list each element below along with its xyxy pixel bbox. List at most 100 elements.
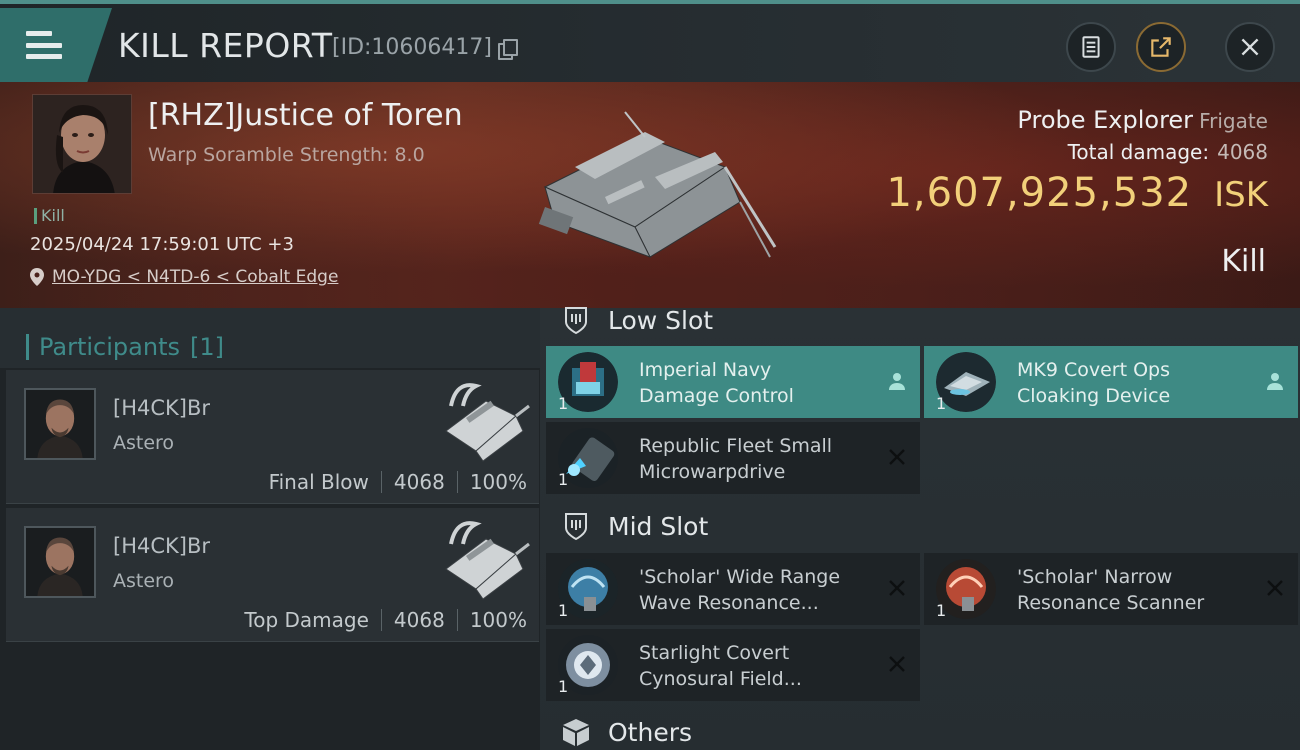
fitted-item[interactable]: 1 'Scholar' Narrow Resonance Scanner [924,553,1298,625]
person-icon [889,373,905,390]
fitted-item[interactable]: 1 MK9 Covert Ops Cloaking Device [924,346,1298,418]
item-name-line1: 'Scholar' Wide Range [639,566,841,588]
isk-unit: ISK [1214,175,1268,215]
fitted-item[interactable]: 1 Imperial Navy Damage Control [546,346,920,418]
shield-slot-icon [565,307,587,335]
participant-percent: 100% [469,608,527,632]
kill-timestamp: 2025/04/24 17:59:01 UTC +3 [30,234,294,255]
x-icon [889,656,905,672]
x-icon [1267,580,1283,596]
outcome-label: Kill [1221,244,1266,279]
participant-name[interactable]: [H4CK]Br [113,534,210,558]
location-link[interactable]: MO-YDG < N4TD-6 < Cobalt Edge [52,267,338,287]
item-name-line2: Resonance Scanner [1017,592,1205,614]
mid-slot-header: Mid Slot [560,510,708,542]
participants-panel: Participants [1] [H4CK]Br Astero Final B… [0,308,540,750]
item-name-line2: Wave Resonance... [639,592,819,614]
clipboard-button[interactable] [1066,22,1116,72]
x-icon [889,449,905,465]
item-name: Republic Fleet Small Microwarpdrive [639,433,879,485]
item-name-line1: Starlight Covert [639,642,790,664]
person-icon [1267,373,1283,390]
shield-slot-icon [565,513,587,541]
item-name-line1: Republic Fleet Small [639,435,833,457]
kill-location[interactable]: MO-YDG < N4TD-6 < Cobalt Edge [30,267,338,287]
mid-slot-title: Mid Slot [608,511,709,541]
participant-ship-image[interactable] [431,514,531,604]
kill-tag-label: Kill [41,206,65,225]
total-damage-label: Total damage: [1067,140,1210,164]
total-damage-value: 4068 [1217,140,1268,164]
participant-card[interactable]: [H4CK]Br Astero Top Damage 4068 100% [6,508,539,642]
participant-avatar-image [26,390,94,458]
isk-loss: 1,607,925,532 ISK [886,170,1268,216]
victim-name[interactable]: [RHZ]Justice of Toren [148,98,463,133]
participant-ship-image[interactable] [431,376,531,466]
item-name: 'Scholar' Wide Range Wave Resonance... [639,564,879,616]
stats-divider [380,471,382,493]
participants-header: Participants [1] [0,308,540,368]
stats-divider [380,609,382,631]
fitted-item[interactable]: 1 'Scholar' Wide Range Wave Resonance... [546,553,920,625]
item-name: Starlight Covert Cynosural Field... [639,640,879,692]
victim-ship-class: Frigate [1199,109,1268,133]
kill-banner: [RHZ]Justice of Toren Warp Soramble Stre… [0,82,1300,308]
isk-value: 1,607,925,532 [886,170,1193,216]
low-slot-title: Low Slot [608,305,714,335]
victim-ship-name[interactable]: Probe Explorer [1017,106,1193,134]
participants-accent [26,334,29,360]
item-name-line2: Cynosural Field... [639,668,802,690]
copy-icon[interactable] [497,38,518,60]
participant-stats: Top Damage 4068 100% [244,608,527,632]
share-icon [1151,37,1171,57]
item-name-line2: Damage Control [639,385,794,407]
kill-id-text: [ID:10606417] [332,35,492,60]
item-quantity: 1 [558,470,569,489]
total-damage: Total damage: 4068 [1068,140,1268,164]
fitting-panel: Low Slot 1 Imperial Navy Damage Control … [540,306,1300,750]
clipboard-icon [1082,36,1100,58]
kill-tag: Kill [34,206,65,225]
participants-label: Participants [39,333,180,361]
page-title: KILL REPORT [118,26,333,65]
participant-damage: 4068 [393,608,445,632]
stats-divider [456,609,458,631]
participant-percent: 100% [469,470,527,494]
close-button[interactable] [1225,22,1275,72]
fitted-item[interactable]: 1 Starlight Covert Cynosural Field... [546,629,920,701]
low-slot-header: Low Slot [560,304,713,336]
item-name-line1: MK9 Covert Ops [1017,359,1171,381]
item-quantity: 1 [558,601,569,620]
x-icon [889,580,905,596]
participant-ship: Astero [113,432,175,454]
item-name: MK9 Covert Ops Cloaking Device [1017,357,1257,409]
share-button[interactable] [1136,22,1186,72]
item-name: Imperial Navy Damage Control [639,357,879,409]
warp-scramble-strength: Warp Soramble Strength: 8.0 [148,144,425,166]
participant-ship: Astero [113,570,175,592]
item-quantity: 1 [558,677,569,696]
participant-role: Top Damage [244,608,369,632]
kill-id: [ID:10606417] [332,35,518,60]
fitted-item[interactable]: 1 Republic Fleet Small Microwarpdrive [546,422,920,494]
others-title: Others [608,717,693,747]
participant-role: Final Blow [268,470,369,494]
victim-ship: Probe Explorer Frigate [1017,106,1268,134]
participant-avatar-image [26,528,94,596]
participant-card[interactable]: [H4CK]Br Astero Final Blow 4068 100% [6,370,539,504]
victim-ship-image[interactable] [525,107,785,277]
item-quantity: 1 [558,394,569,413]
item-quantity: 1 [936,601,947,620]
item-quantity: 1 [936,394,947,413]
item-name-line1: 'Scholar' Narrow [1017,566,1173,588]
participant-name[interactable]: [H4CK]Br [113,396,210,420]
participant-avatar[interactable] [24,388,96,460]
victim-portrait[interactable] [32,94,132,194]
item-name-line1: Imperial Navy [639,359,772,381]
kill-tag-bar [34,207,37,224]
stats-divider [456,471,458,493]
close-icon [1241,38,1259,56]
menu-button[interactable] [0,8,112,82]
participant-avatar[interactable] [24,526,96,598]
location-pin-icon [30,268,44,286]
